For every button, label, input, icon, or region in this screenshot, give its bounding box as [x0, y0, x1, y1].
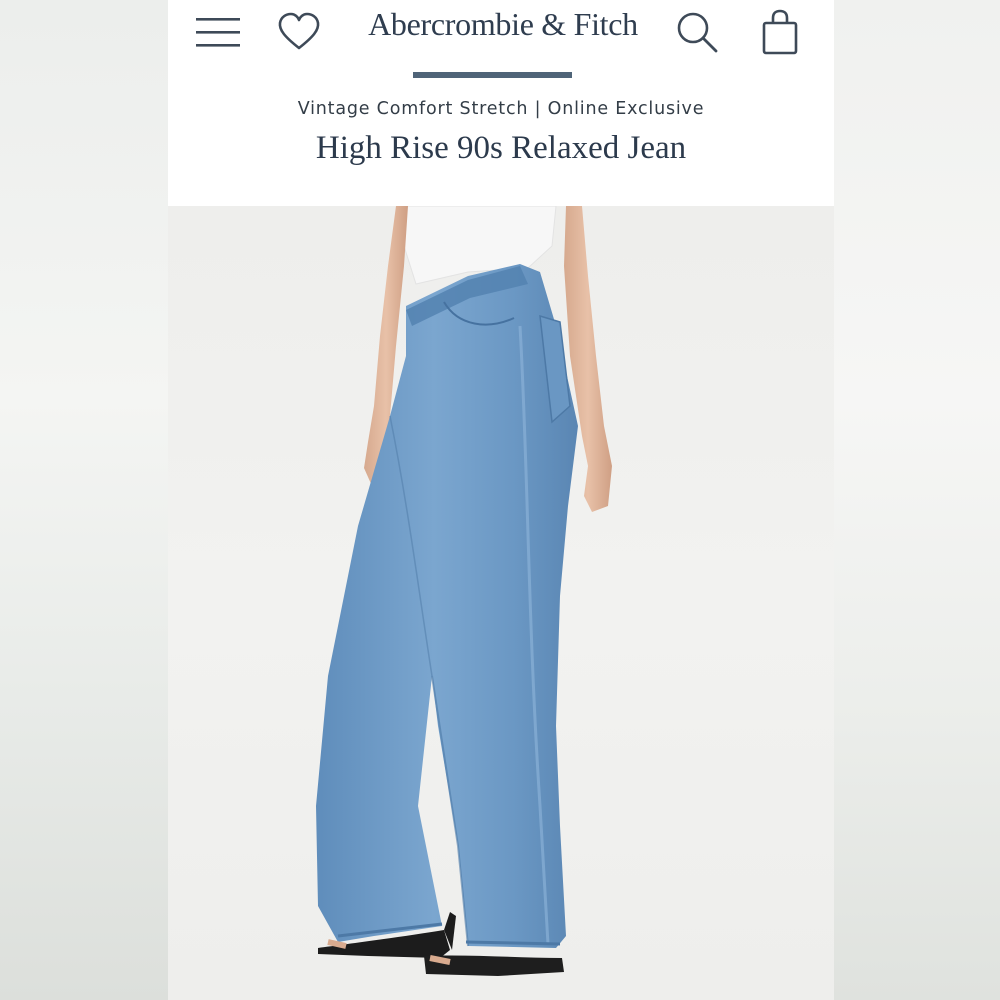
background-blur-right [834, 0, 1000, 1000]
menu-icon[interactable] [196, 14, 242, 50]
product-page: Abercrombie & Fitch Vintage Comfort Stre… [168, 0, 834, 1000]
heart-icon[interactable] [277, 12, 321, 52]
search-icon[interactable] [675, 10, 719, 54]
active-tab-indicator [413, 72, 572, 78]
header: Abercrombie & Fitch Vintage Comfort Stre… [168, 0, 834, 206]
product-image[interactable] [168, 206, 834, 1000]
collection-label: Vintage Comfort Stretch | Online Exclusi… [297, 99, 705, 119]
brand-logo[interactable]: Abercrombie & Fitch [358, 6, 648, 43]
background-blur-left [0, 0, 168, 1000]
product-title: High Rise 90s Relaxed Jean [315, 130, 687, 166]
model-in-jeans-illustration [316, 206, 612, 976]
shopping-bag-icon[interactable] [760, 8, 800, 56]
